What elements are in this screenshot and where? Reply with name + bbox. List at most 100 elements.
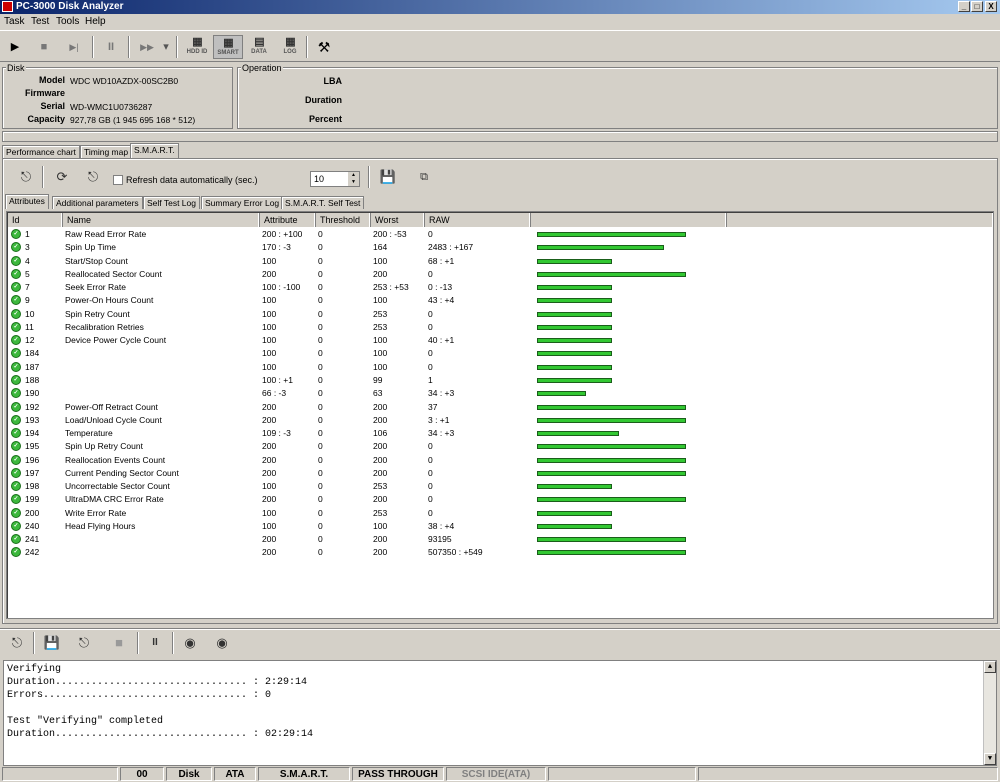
attributes-table[interactable]: Id Name Attribute Threshold Worst RAW ✓ 1… bbox=[6, 211, 994, 619]
cell-raw: 93195 bbox=[428, 534, 452, 545]
table-row[interactable]: ✓ 240 Head Flying Hours 100 0 100 38 : +4 bbox=[8, 520, 992, 533]
menu-task[interactable]: Task bbox=[4, 16, 25, 27]
table-row[interactable]: ✓ 199 UltraDMA CRC Error Rate 200 0 200 0 bbox=[8, 493, 992, 506]
column-name[interactable]: Name bbox=[63, 213, 260, 227]
tab-smart-self-test[interactable]: S.M.A.R.T. Self Test bbox=[281, 196, 365, 209]
clear-log-icon[interactable]: ■ bbox=[107, 632, 131, 654]
smart-button[interactable]: ▦ SMART bbox=[213, 35, 243, 59]
cell-raw: 0 bbox=[428, 454, 433, 465]
table-row[interactable]: ✓ 1 Raw Read Error Rate 200 : +100 0 200 : -5… bbox=[8, 228, 992, 241]
play-icon[interactable]: ▶ bbox=[3, 35, 27, 59]
cell-raw: 2483 : +167 bbox=[428, 242, 474, 253]
status-ok-icon: ✓ bbox=[11, 374, 21, 385]
step-icon[interactable]: ▶| bbox=[62, 35, 86, 59]
table-row[interactable]: ✓ 10 Spin Retry Count 100 0 253 0 bbox=[8, 308, 992, 321]
menu-tools[interactable]: Tools bbox=[56, 16, 79, 27]
tab-self-test-log[interactable]: Self Test Log bbox=[143, 196, 200, 209]
refresh-auto-checkbox[interactable] bbox=[113, 175, 123, 185]
table-row[interactable]: ✓ 197 Current Pending Sector Count 200 0 200 0 bbox=[8, 467, 992, 480]
table-row[interactable]: ✓ 187 100 0 100 0 bbox=[8, 361, 992, 374]
minimize-button[interactable]: _ bbox=[958, 1, 970, 12]
log-output[interactable]: Verifying Duration......................… bbox=[3, 660, 997, 766]
tab-smart[interactable]: S.M.A.R.T. bbox=[130, 143, 179, 158]
cell-name: Reallocation Events Count bbox=[65, 454, 166, 465]
chevron-down-icon[interactable]: ▾ bbox=[160, 35, 172, 59]
table-row[interactable]: ✓ 242 200 0 200 507350 : +549 bbox=[8, 546, 992, 559]
column-attribute[interactable]: Attribute bbox=[260, 213, 316, 227]
table-row[interactable]: ✓ 194 Temperature 109 : -3 0 106 34 : +3 bbox=[8, 427, 992, 440]
table-row[interactable]: ✓ 195 Spin Up Retry Count 200 0 200 0 bbox=[8, 440, 992, 453]
scroll-down-icon[interactable]: ▼ bbox=[984, 753, 996, 765]
table-row[interactable]: ✓ 5 Reallocated Sector Count 200 0 200 0 bbox=[8, 268, 992, 281]
export-icon[interactable]: ⎋ bbox=[81, 166, 105, 188]
pause-icon[interactable]: II bbox=[99, 35, 123, 59]
table-row[interactable]: ✓ 190 66 : -3 0 63 34 : +3 bbox=[8, 387, 992, 400]
tab-summary-error-log[interactable]: Summary Error Log bbox=[201, 196, 284, 209]
table-row[interactable]: ✓ 3 Spin Up Time 170 : -3 0 164 2483 : +167 bbox=[8, 241, 992, 254]
table-row[interactable]: ✓ 188 100 : +1 0 99 1 bbox=[8, 374, 992, 387]
table-row[interactable]: ✓ 12 Device Power Cycle Count 100 0 100 40 : +… bbox=[8, 334, 992, 347]
spin-down-icon[interactable]: ▼ bbox=[348, 179, 359, 186]
column-raw[interactable]: RAW bbox=[425, 213, 531, 227]
new-log-icon[interactable]: ⎋ bbox=[5, 632, 29, 654]
save-as-log-icon[interactable]: ⎋ bbox=[72, 632, 96, 654]
title-bar: PC-3000 Disk Analyzer _ □ X bbox=[0, 0, 1000, 14]
capacity-value: 927,78 GB (1 945 695 168 * 512) bbox=[70, 115, 196, 125]
cell-attribute: 66 : -3 bbox=[262, 388, 287, 399]
data-button[interactable]: ▤ DATA bbox=[244, 35, 274, 59]
status-smart: S.M.A.R.T. bbox=[258, 767, 350, 781]
column-id[interactable]: Id bbox=[8, 213, 63, 227]
tab-performance-chart[interactable]: Performance chart bbox=[2, 145, 80, 158]
serial-value: WD-WMC1U0736287 bbox=[70, 102, 153, 112]
status-ok-icon: ✓ bbox=[11, 441, 21, 452]
refresh-interval-input[interactable]: 10 ▲ ▼ bbox=[310, 171, 360, 187]
cell-attribute: 200 bbox=[262, 547, 277, 558]
cell-name: Spin Retry Count bbox=[65, 308, 130, 319]
save-icon[interactable]: 💾 bbox=[376, 166, 400, 188]
table-row[interactable]: ✓ 196 Reallocation Events Count 200 0 200 0 bbox=[8, 454, 992, 467]
menu-test[interactable]: Test bbox=[31, 16, 49, 27]
read-smart-icon[interactable]: ⎋ bbox=[14, 166, 38, 188]
cell-threshold: 0 bbox=[318, 242, 323, 253]
health-bar bbox=[537, 550, 686, 556]
table-row[interactable]: ✓ 193 Load/Unload Cycle Count 200 0 200 3 : +1 bbox=[8, 414, 992, 427]
tab-additional-parameters[interactable]: Additional parameters bbox=[52, 196, 143, 209]
column-worst[interactable]: Worst bbox=[371, 213, 425, 227]
table-row[interactable]: ✓ 11 Recalibration Retries 100 0 253 0 bbox=[8, 321, 992, 334]
table-row[interactable]: ✓ 4 Start/Stop Count 100 0 100 68 : +1 bbox=[8, 255, 992, 268]
refresh-icon[interactable]: ⟳ bbox=[50, 166, 74, 188]
cell-threshold: 0 bbox=[318, 401, 323, 412]
find-icon[interactable]: ◉ bbox=[178, 632, 202, 654]
table-row[interactable]: ✓ 198 Uncorrectable Sector Count 100 0 253 0 bbox=[8, 480, 992, 493]
close-button[interactable]: X bbox=[985, 1, 997, 12]
copy-icon[interactable]: ⧉ bbox=[412, 166, 436, 188]
stop-icon[interactable]: ■ bbox=[32, 35, 56, 59]
tab-timing-map[interactable]: Timing map bbox=[80, 145, 133, 158]
health-bar bbox=[537, 324, 612, 330]
menu-help[interactable]: Help bbox=[85, 16, 106, 27]
table-row[interactable]: ✓ 241 200 0 200 93195 bbox=[8, 533, 992, 546]
scroll-up-icon[interactable]: ▲ bbox=[984, 661, 996, 673]
cell-id: 200 bbox=[25, 507, 40, 518]
cell-id: 197 bbox=[25, 467, 40, 478]
health-bar bbox=[537, 232, 686, 237]
pause-log-icon[interactable]: II bbox=[143, 632, 167, 654]
hdd-id-button[interactable]: ▦ HDD ID bbox=[182, 35, 212, 59]
save-log-icon[interactable]: 💾 bbox=[40, 632, 64, 654]
restore-button[interactable]: □ bbox=[971, 1, 983, 12]
column-threshold[interactable]: Threshold bbox=[316, 213, 371, 227]
capacity-label: Capacity bbox=[27, 114, 65, 124]
table-row[interactable]: ✓ 192 Power-Off Retract Count 200 0 200 37 bbox=[8, 401, 992, 414]
log-scrollbar[interactable]: ▲ ▼ bbox=[983, 661, 996, 765]
fast-forward-icon[interactable]: ▶▶ bbox=[135, 35, 159, 59]
tools-icon[interactable]: ⚒ bbox=[312, 35, 336, 59]
health-bar bbox=[537, 245, 664, 251]
find-next-icon[interactable]: ◉ bbox=[210, 632, 234, 654]
table-row[interactable]: ✓ 184 100 0 100 0 bbox=[8, 347, 992, 360]
table-row[interactable]: ✓ 200 Write Error Rate 100 0 253 0 bbox=[8, 507, 992, 520]
table-row[interactable]: ✓ 9 Power-On Hours Count 100 0 100 43 : +4 bbox=[8, 294, 992, 307]
table-row[interactable]: ✓ 7 Seek Error Rate 100 : -100 0 253 : +53 0 :… bbox=[8, 281, 992, 294]
cell-worst: 253 : +53 bbox=[373, 282, 409, 293]
log-button[interactable]: ▦ LOG bbox=[275, 35, 305, 59]
tab-attributes[interactable]: Attributes bbox=[5, 194, 49, 209]
